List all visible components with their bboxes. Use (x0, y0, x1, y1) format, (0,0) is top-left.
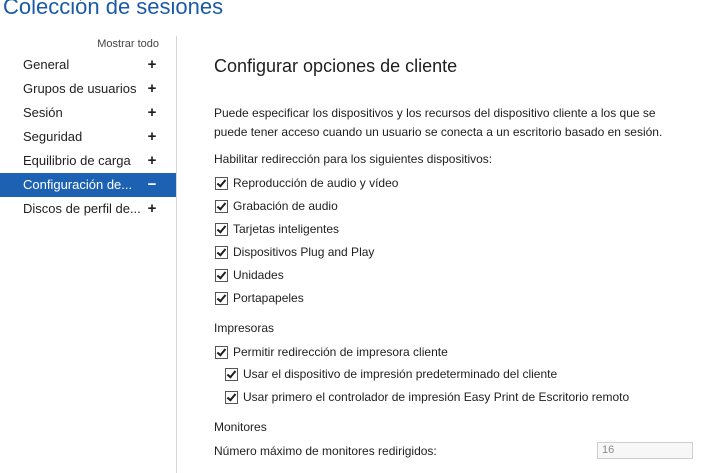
sidebar-item-equilibrio-carga[interactable]: Equilibrio de carga + (0, 149, 176, 173)
checkbox-plug-play[interactable] (215, 246, 228, 259)
checkbox-label: Usar primero el controlador de impresión… (243, 390, 630, 404)
max-monitors-label: Número máximo de monitores redirigidos: (214, 444, 437, 458)
sidebar-item-sesion[interactable]: Sesión + (0, 101, 176, 125)
max-monitors-input[interactable] (597, 442, 693, 459)
sidebar-item-label: Sesión (23, 105, 63, 120)
sidebar-item-general[interactable]: General + (0, 53, 176, 77)
main-content: Configurar opciones de cliente Puede esp… (214, 0, 704, 473)
sidebar-item-label: Equilibrio de carga (23, 153, 131, 168)
sidebar-item-label: General (23, 57, 70, 72)
sidebar-item-configuracion-cliente[interactable]: Configuración de... − (0, 173, 176, 197)
checkbox-label: Portapapeles (233, 291, 304, 305)
checkbox-label: Unidades (233, 268, 284, 282)
expand-icon: + (147, 200, 157, 217)
checkbox-label: Reproducción de audio y vídeo (233, 176, 399, 190)
checkbox-grabacion-audio[interactable] (215, 200, 228, 213)
checkbox-label: Dispositivos Plug and Play (233, 245, 375, 259)
sidebar-item-label: Grupos de usuarios (23, 81, 137, 96)
checkbox-portapapeles[interactable] (215, 292, 228, 305)
sidebar: Mostrar todo General + Grupos de usuario… (0, 36, 176, 473)
checkbox-audio-video[interactable] (215, 177, 228, 190)
checkbox-tarjetas[interactable] (215, 223, 228, 236)
section-title: Configurar opciones de cliente (214, 56, 458, 76)
sidebar-item-label: Seguridad (23, 129, 83, 144)
redirect-devices-label: Habilitar redirección para los siguiente… (214, 152, 493, 166)
checkbox-label: Tarjetas inteligentes (233, 222, 340, 236)
sidebar-item-label: Discos de perfil de... (23, 201, 141, 216)
sidebar-item-seguridad[interactable]: Seguridad + (0, 125, 176, 149)
show-all-link[interactable]: Mostrar todo (97, 38, 159, 50)
expand-icon: + (147, 56, 157, 73)
checkbox-label: Grabación de audio (233, 199, 338, 213)
checkbox-unidades[interactable] (215, 269, 228, 282)
checkbox-label: Permitir redirección de impresora client… (233, 345, 448, 359)
window-title: Colección de sesiones (3, 0, 224, 19)
expand-icon: + (147, 104, 157, 121)
checkbox-redireccion-impresora[interactable] (215, 346, 228, 359)
printers-section-label: Impresoras (214, 321, 275, 335)
sidebar-item-label: Configuración de... (23, 177, 133, 192)
sidebar-nav: General + Grupos de usuarios + Sesión + … (0, 53, 176, 221)
sidebar-divider (176, 36, 177, 473)
checkbox-impresora-predeterminada[interactable] (225, 368, 238, 381)
collapse-icon: − (147, 176, 157, 193)
monitors-section-label: Monitores (214, 420, 267, 434)
expand-icon: + (147, 152, 157, 169)
checkbox-easy-print[interactable] (225, 391, 238, 404)
checkbox-label: Usar el dispositivo de impresión predete… (243, 367, 558, 381)
sidebar-item-discos-perfil[interactable]: Discos de perfil de... + (0, 197, 176, 221)
expand-icon: + (147, 80, 157, 97)
section-description: Puede especificar los dispositivos y los… (214, 106, 663, 139)
sidebar-item-grupos-usuarios[interactable]: Grupos de usuarios + (0, 77, 176, 101)
expand-icon: + (147, 128, 157, 145)
